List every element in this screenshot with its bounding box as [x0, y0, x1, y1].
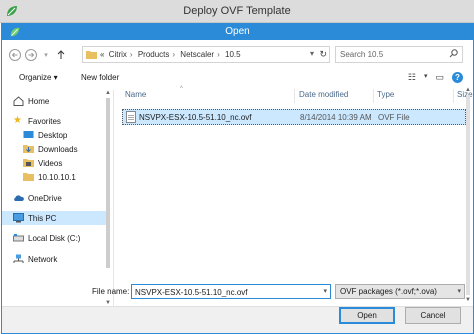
folder-icon: [86, 51, 97, 59]
filetype-select[interactable]: OVF packages (*.ovf;*.ova) ▾: [335, 284, 465, 299]
nav-item-label: Favorites: [28, 116, 61, 126]
column-header-name[interactable]: Name: [125, 90, 146, 99]
window-title: Deploy OVF Template: [183, 5, 291, 17]
back-button[interactable]: [8, 48, 22, 62]
nav-item-network[interactable]: Network: [13, 252, 113, 266]
refresh-icon[interactable]: ↻: [319, 49, 327, 60]
scroll-up-icon[interactable]: ▲: [465, 87, 471, 93]
scroll-down-icon[interactable]: ▼: [465, 297, 471, 303]
desktop-icon: [23, 131, 34, 138]
file-list-pane: ^ Name Date modified Type Size NSVPX-ESX…: [116, 86, 473, 306]
nav-item-videos[interactable]: Videos: [23, 156, 113, 170]
address-bar[interactable]: « Citrix › Products › Netscaler › 10.5 ▾ ↻: [82, 46, 330, 63]
breadcrumb-products[interactable]: Products: [138, 50, 170, 59]
nav-item-label: Local Disk (C:): [28, 233, 81, 243]
open-button[interactable]: Open: [339, 307, 395, 324]
file-scrollbar[interactable]: ▲ ▼: [463, 87, 473, 303]
file-icon: [126, 111, 136, 123]
column-divider[interactable]: [294, 89, 295, 103]
nav-item-label: Home: [28, 96, 50, 106]
breadcrumb-netscaler[interactable]: Netscaler: [180, 50, 214, 59]
home-icon: [13, 96, 24, 106]
chevron-down-icon[interactable]: ▾: [323, 287, 327, 295]
nav-item-label: Desktop: [38, 130, 68, 140]
filetype-value: OVF packages (*.ovf;*.ova): [340, 287, 437, 296]
chevron-down-icon: ▾: [44, 52, 48, 59]
filename-input[interactable]: [135, 286, 315, 298]
chevron-right-icon: ›: [129, 50, 133, 59]
up-button[interactable]: [54, 48, 68, 62]
back-arrow-icon: [9, 49, 21, 61]
address-row: ▾ « Citrix › Products › Netscaler › 10.5 ▾ …: [2, 41, 473, 69]
breadcrumb: « Citrix › Products › Netscaler › 10.5: [100, 50, 243, 59]
breadcrumb-citrix[interactable]: Citrix: [109, 50, 127, 59]
nav-item-onedrive[interactable]: OneDrive: [13, 191, 113, 205]
dialog-footer: [2, 306, 473, 333]
organize-menu[interactable]: Organize ▾: [19, 73, 58, 82]
search-input[interactable]: [340, 49, 440, 60]
chevron-down-icon: ▾: [457, 288, 461, 295]
forward-button[interactable]: [24, 48, 38, 62]
downloads-icon: [23, 145, 34, 153]
dialog-title: Open: [225, 26, 250, 37]
forward-arrow-icon: [25, 49, 37, 61]
column-header-type[interactable]: Type: [377, 90, 394, 99]
file-type: OVF File: [378, 113, 410, 122]
chevron-right-icon: ›: [217, 50, 220, 59]
table-row[interactable]: NSVPX-ESX-10.5-51.10_nc.ovf 8/14/2014 10…: [122, 109, 466, 125]
nav-item-10-10-10-1[interactable]: 10.10.10.1: [23, 170, 113, 184]
breadcrumb-10-5[interactable]: 10.5: [225, 50, 241, 59]
dialog-titlebar: Open: [2, 24, 473, 40]
file-name: NSVPX-ESX-10.5-51.10_nc.ovf: [139, 113, 252, 122]
star-icon: ★: [13, 115, 22, 126]
address-dropdown-icon[interactable]: ▾: [310, 49, 314, 58]
nav-item-label: This PC: [28, 213, 57, 223]
computer-icon: [13, 213, 24, 223]
nav-scrollbar[interactable]: ▲ ▼: [103, 90, 113, 306]
scroll-up-icon[interactable]: ▲: [105, 90, 111, 96]
chevron-right-icon: ›: [172, 50, 176, 59]
preview-pane-icon[interactable]: ▭: [435, 72, 444, 83]
cancel-button[interactable]: Cancel: [405, 307, 461, 324]
nav-item-downloads[interactable]: Downloads: [23, 142, 113, 156]
nav-item-label: OneDrive: [28, 193, 62, 203]
file-date: 8/14/2014 10:39 AM: [300, 113, 372, 122]
scroll-thumb[interactable]: [466, 95, 470, 295]
column-divider[interactable]: [453, 89, 454, 103]
nav-item-label: 10.10.10.1: [38, 172, 76, 182]
breadcrumb-overflow[interactable]: «: [100, 50, 104, 59]
nav-item-home[interactable]: Home: [13, 94, 113, 108]
nav-item-label: Network: [28, 254, 58, 264]
scroll-thumb[interactable]: [106, 98, 110, 268]
recent-locations-button[interactable]: ▾: [39, 48, 53, 62]
sort-ascending-icon: ^: [180, 86, 183, 92]
new-folder-button[interactable]: New folder: [81, 73, 119, 82]
filename-field[interactable]: ▾: [131, 284, 331, 299]
filename-label: File name:: [92, 287, 130, 296]
nav-item-label: Downloads: [38, 144, 78, 154]
column-header-date[interactable]: Date modified: [299, 90, 348, 99]
folder-icon: [23, 173, 34, 181]
navigation-pane: Home ★ Favorites Desktop Downloads Video…: [2, 90, 114, 306]
column-headers: ^ Name Date modified Type Size: [116, 86, 473, 103]
videos-icon: [23, 159, 34, 167]
search-box[interactable]: [335, 46, 463, 63]
toolbar: Organize ▾ New folder ☷ ▾ ▭ ?: [2, 69, 473, 87]
nav-item-desktop[interactable]: Desktop: [23, 128, 113, 142]
view-options-icon[interactable]: ☷: [408, 72, 416, 83]
column-divider[interactable]: [373, 89, 374, 103]
help-icon[interactable]: ?: [452, 72, 463, 83]
network-icon: [13, 254, 24, 263]
cloud-icon: [14, 195, 24, 201]
nav-item-this-pc[interactable]: This PC: [2, 211, 110, 225]
chevron-down-icon[interactable]: ▾: [424, 72, 428, 83]
nav-item-local-disk[interactable]: Local Disk (C:): [13, 231, 113, 245]
nav-item-label: Videos: [38, 158, 63, 168]
outer-titlebar: Deploy OVF Template: [0, 0, 474, 23]
search-icon: [449, 49, 458, 60]
nav-item-favorites[interactable]: ★ Favorites: [13, 114, 113, 128]
up-arrow-icon: [57, 50, 65, 59]
drive-icon: [13, 234, 24, 242]
